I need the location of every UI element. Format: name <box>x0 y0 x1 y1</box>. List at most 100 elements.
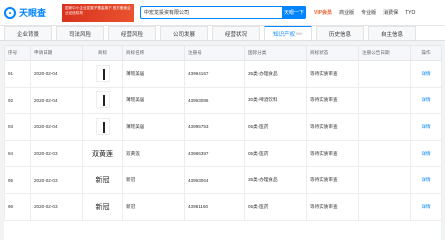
cell-idx: 96 <box>4 192 31 221</box>
cell-pub <box>358 60 411 88</box>
cell-pub <box>358 192 411 221</box>
trademark-table: 序号 申请日期 商标 商标名称 注册号 国际分类 商标状态 注册公告日期 操作 91 2020-0… <box>4 45 442 221</box>
column-header: 注册公告日期 <box>358 45 411 61</box>
tab-4[interactable]: 经营状况 <box>212 26 260 40</box>
nav-user[interactable]: TYO <box>405 10 415 16</box>
tab-1[interactable]: 司法风险 <box>56 26 104 40</box>
trademark-image-cell: 双黄莲 <box>82 139 123 168</box>
cell-pub <box>358 139 411 168</box>
detail-link[interactable]: 详情 <box>410 86 442 115</box>
cell-name: 新冠 <box>122 192 185 221</box>
cell-class: 05类-医药 <box>244 113 307 141</box>
trademark-image[interactable]: 新冠 <box>96 202 110 212</box>
cell-date: 2020-02-04 <box>30 113 83 141</box>
tab-label: 经营风险 <box>120 31 143 38</box>
tab-label: 自主信息 <box>380 31 403 38</box>
cell-name: 新冠 <box>122 166 185 194</box>
cell-idx: 92 <box>4 86 31 115</box>
tab-label: 历史信息 <box>328 31 351 38</box>
cell-reg: 43993086 <box>184 86 245 115</box>
tab-7[interactable]: 自主信息 <box>368 26 416 40</box>
tab-label: 司法风险 <box>68 31 91 38</box>
trademark-glyph <box>102 68 105 80</box>
cell-idx: 94 <box>4 139 31 168</box>
column-header: 申请日期 <box>30 45 83 61</box>
cell-status: 等待实质审查 <box>306 166 359 194</box>
cell-idx: 91 <box>4 60 31 88</box>
tab-5[interactable]: 知识产权 99+ <box>264 26 312 40</box>
table-row: 95 2020-02-03 新冠 新冠 43993064 35类-办理食品 等待实质审查 详情 <box>4 166 442 194</box>
logo-text: 天眼查 <box>19 8 47 18</box>
top-bar: 天眼查 国家中小企业发展子基金旗下 官方备案企业征信机构 中宏龙投资有限公司 天… <box>0 0 445 26</box>
cell-name: 薄瑶美居 <box>122 86 185 115</box>
trademark-glyph <box>102 121 105 133</box>
cell-date: 2020-02-03 <box>30 139 83 168</box>
detail-link[interactable]: 详情 <box>410 192 442 221</box>
trademark-image[interactable] <box>95 64 110 82</box>
search-input[interactable]: 中宏龙投资有限公司 <box>141 9 282 16</box>
column-header: 序号 <box>4 45 31 61</box>
section-tabs: 企业背景 司法风险 经营风险 公司发展 经营状况 知识产权 99+ 历史信息 自主信息 <box>0 26 445 41</box>
tab-label: 公司发展 <box>172 31 195 38</box>
cell-status: 等待实质审查 <box>306 60 359 88</box>
table-header-row: 序号 申请日期 商标 商标名称 注册号 国际分类 商标状态 注册公告日期 操作 <box>4 45 442 61</box>
cell-idx: 95 <box>4 166 31 194</box>
banner-text: 国家中小企业发展子基金旗下 官方备案企业征信机构 <box>65 5 131 15</box>
trademark-image[interactable]: 新冠 <box>96 175 110 185</box>
trademark-image[interactable] <box>95 117 110 135</box>
promo-banner[interactable]: 国家中小企业发展子基金旗下 官方备案企业征信机构 <box>62 3 134 22</box>
column-header: 注册号 <box>184 45 245 61</box>
cell-reg: 43995753 <box>184 113 245 141</box>
cell-status: 等待实质审查 <box>306 139 359 168</box>
trademark-image[interactable] <box>95 91 110 109</box>
cell-class: 35类-办理食品 <box>244 166 307 194</box>
cell-name: 双黄莲 <box>122 139 185 168</box>
trademark-glyph <box>102 95 105 107</box>
column-header: 操作 <box>410 45 442 61</box>
tab-count: 99+ <box>296 31 303 36</box>
search-button[interactable]: 天眼一下 <box>282 6 306 19</box>
nav-consumer[interactable]: 消费保 <box>383 9 398 16</box>
top-nav: VIP会员 商业版 专业版 消费保 TYO <box>314 9 422 17</box>
cell-pub <box>358 86 411 115</box>
cell-class: 05类-医药 <box>244 139 307 168</box>
table-row: 94 2020-02-03 双黄莲 双黄莲 43986397 05类-医药 等待实质审查 详情 <box>4 139 442 168</box>
tab-3[interactable]: 公司发展 <box>160 26 208 40</box>
cell-reg: 43994167 <box>184 60 245 88</box>
trademark-image-cell: 新冠 <box>82 192 123 221</box>
trademark-table-container: 序号 申请日期 商标 商标名称 注册号 国际分类 商标状态 注册公告日期 操作 91 2020-0… <box>4 45 442 240</box>
tab-2[interactable]: 经营风险 <box>108 26 156 40</box>
trademark-image-cell <box>82 60 123 88</box>
trademark-image-cell <box>82 86 123 115</box>
tab-label: 经营状况 <box>224 31 247 38</box>
cell-class: 30类-啤酒饮料 <box>244 86 307 115</box>
cell-pub <box>358 166 411 194</box>
cell-pub <box>358 113 411 141</box>
cell-date: 2020-02-04 <box>30 60 83 88</box>
tab-6[interactable]: 历史信息 <box>316 26 364 40</box>
trademark-image[interactable]: 双黄莲 <box>92 149 113 159</box>
detail-link[interactable]: 详情 <box>410 113 442 141</box>
nav-pro[interactable]: 专业版 <box>361 9 376 16</box>
cell-idx: 93 <box>4 113 31 141</box>
cell-reg: 43986397 <box>184 139 245 168</box>
cell-status: 等待实质审查 <box>306 86 359 115</box>
nav-business[interactable]: 商业版 <box>339 9 354 16</box>
nav-vip[interactable]: VIP会员 <box>314 9 332 16</box>
detail-link[interactable]: 详情 <box>410 166 442 194</box>
tab-label: 知识产权 <box>273 31 296 38</box>
cell-name: 薄瑶美居 <box>122 60 185 88</box>
detail-link[interactable]: 详情 <box>410 60 442 88</box>
detail-link[interactable]: 详情 <box>410 139 442 168</box>
cell-status: 等待实质审查 <box>306 113 359 141</box>
cell-date: 2020-02-03 <box>30 166 83 194</box>
logo-eye-icon <box>4 6 16 19</box>
tab-0[interactable]: 企业背景 <box>4 26 52 40</box>
trademark-image-cell <box>82 113 123 141</box>
logo[interactable]: 天眼查 <box>4 6 50 19</box>
table-row: 96 2020-02-03 新冠 新冠 43981160 05类-医药 等待实质审查 详情 <box>4 192 442 221</box>
cell-status: 等待实质审查 <box>306 192 359 221</box>
column-header: 商标 <box>82 45 123 61</box>
cell-reg: 43981160 <box>184 192 245 221</box>
cell-reg: 43993064 <box>184 166 245 194</box>
